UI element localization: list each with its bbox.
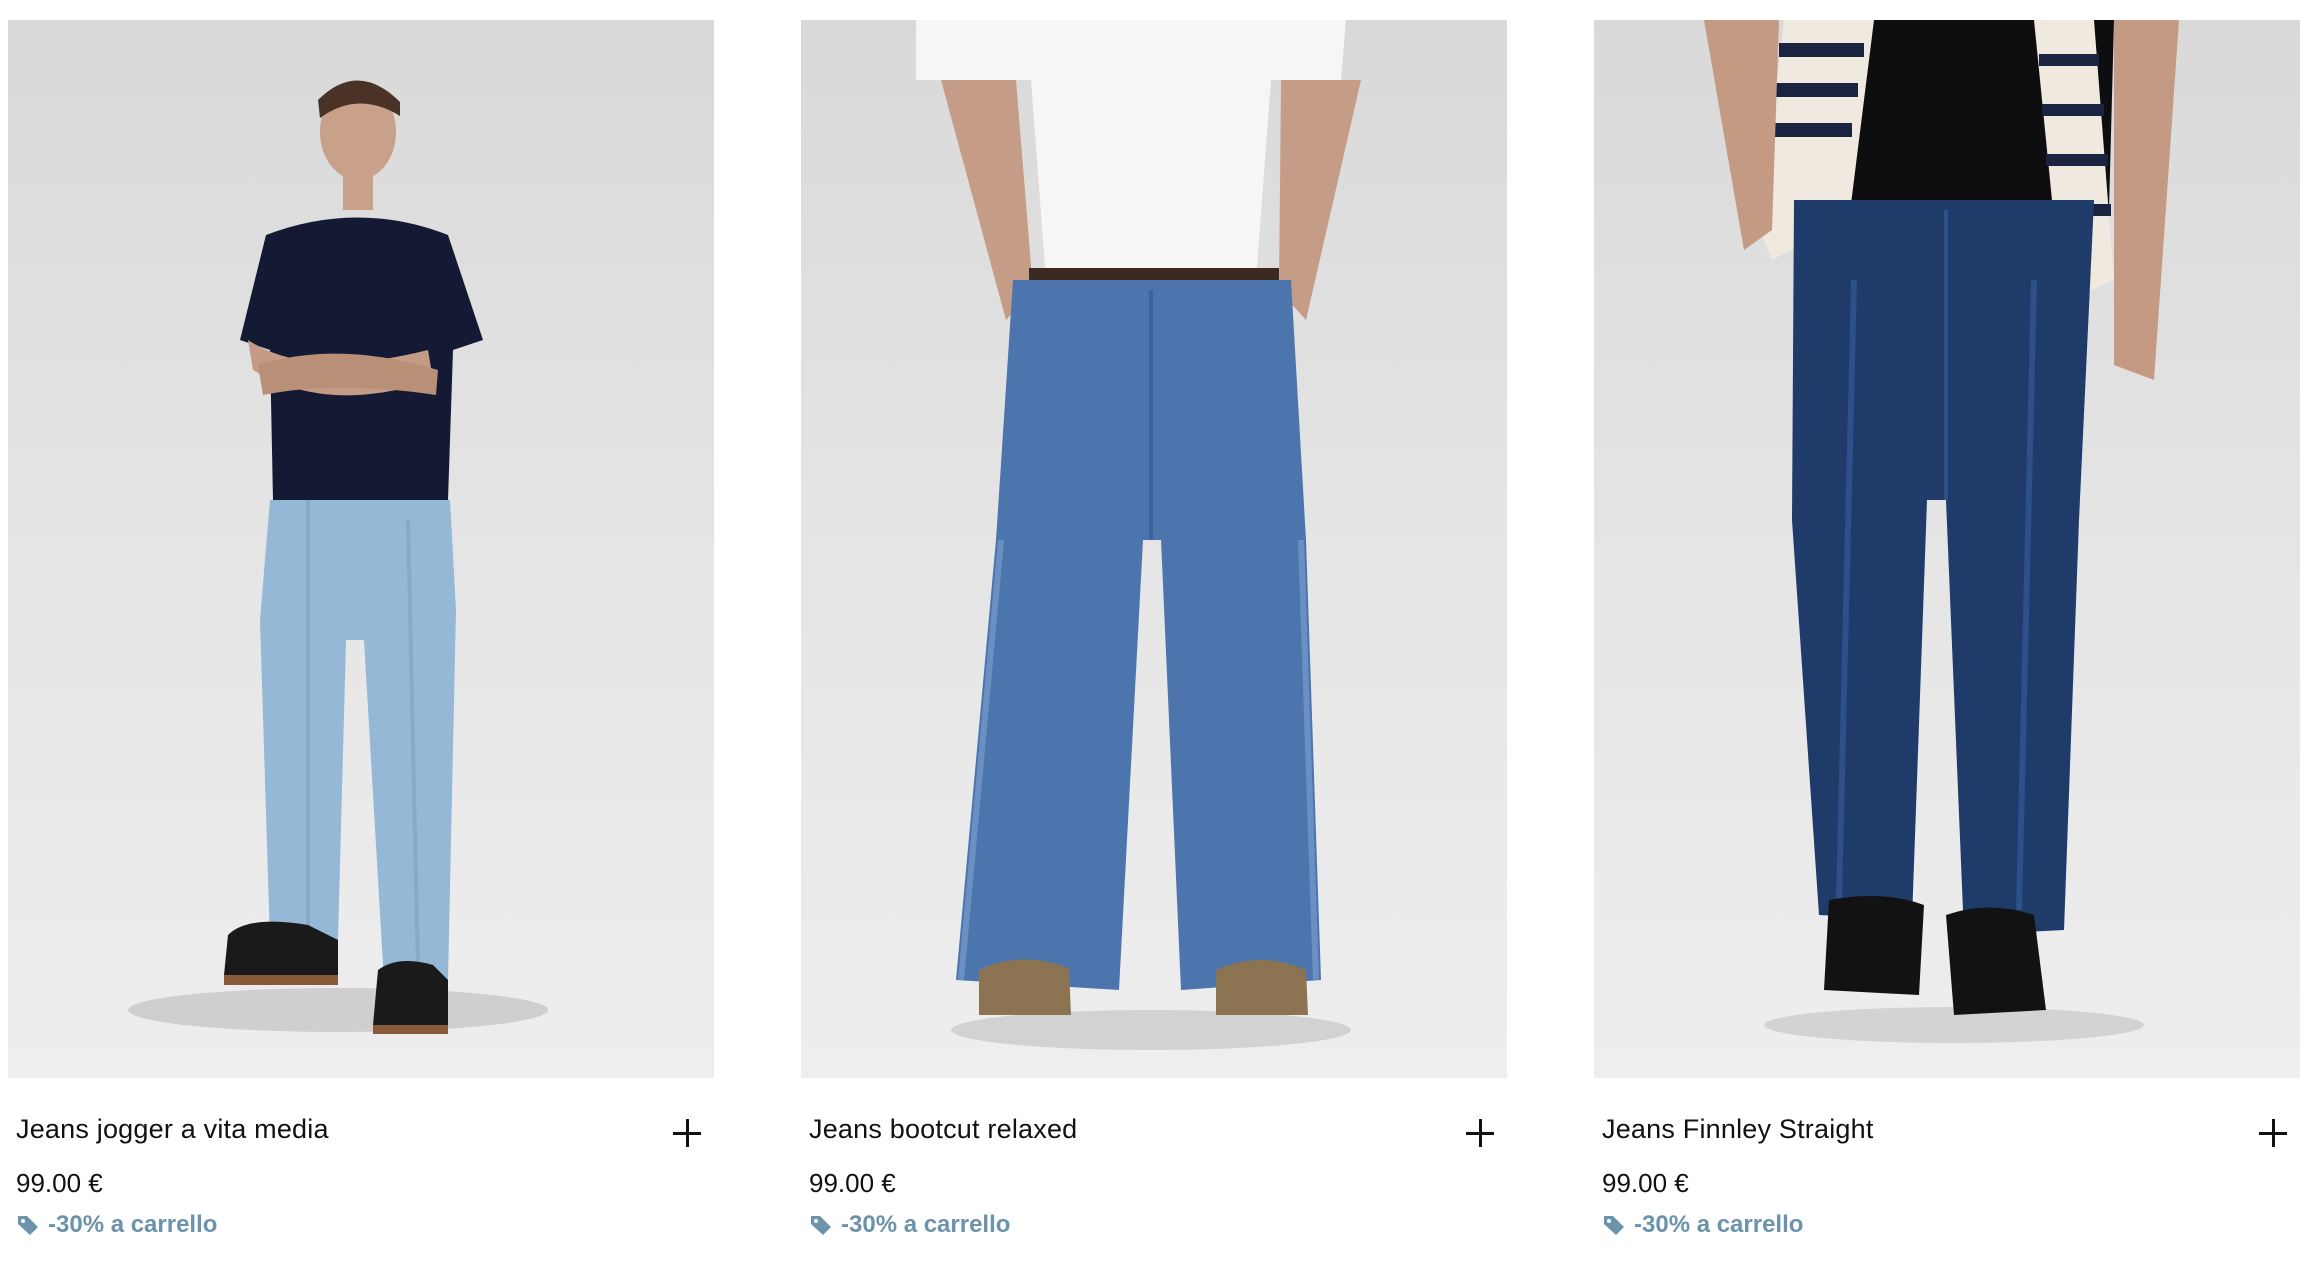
model-image [128,80,548,1034]
promo-label: -30% a carrello [841,1211,1011,1238]
plus-icon[interactable] [670,1116,704,1150]
promo-label: -30% a carrello [1634,1211,1804,1238]
plus-icon[interactable] [2256,1116,2290,1150]
promo-badge: -30% a carrello [1602,1208,1803,1242]
product-photo[interactable] [1594,20,2300,1078]
plus-icon[interactable] [1463,1116,1497,1150]
promo-badge: -30% a carrello [809,1208,1010,1242]
product-name[interactable]: Jeans Finnley Straight [1602,1114,1874,1145]
tag-icon [18,1216,38,1235]
promo-label: -30% a carrello [48,1211,218,1238]
model-image [1704,20,2179,1043]
product-photo[interactable] [801,20,1507,1078]
product-grid: Jeans jogger a vita media 99.00 € -30% a… [8,20,2300,1250]
product-card[interactable]: Jeans Finnley Straight 99.00 € -30% a ca… [1594,20,2300,1250]
product-price: 99.00 € [16,1168,103,1198]
product-photo[interactable] [8,20,714,1078]
tag-icon [1604,1216,1624,1235]
product-card[interactable]: Jeans jogger a vita media 99.00 € -30% a… [8,20,714,1250]
product-name[interactable]: Jeans jogger a vita media [16,1114,329,1145]
tag-icon [811,1216,831,1235]
product-name[interactable]: Jeans bootcut relaxed [809,1114,1077,1145]
product-price: 99.00 € [809,1168,896,1198]
promo-badge: -30% a carrello [16,1208,217,1242]
model-image [916,20,1361,1050]
product-price: 99.00 € [1602,1168,1689,1198]
product-card[interactable]: Jeans bootcut relaxed 99.00 € -30% a car… [801,20,1507,1250]
